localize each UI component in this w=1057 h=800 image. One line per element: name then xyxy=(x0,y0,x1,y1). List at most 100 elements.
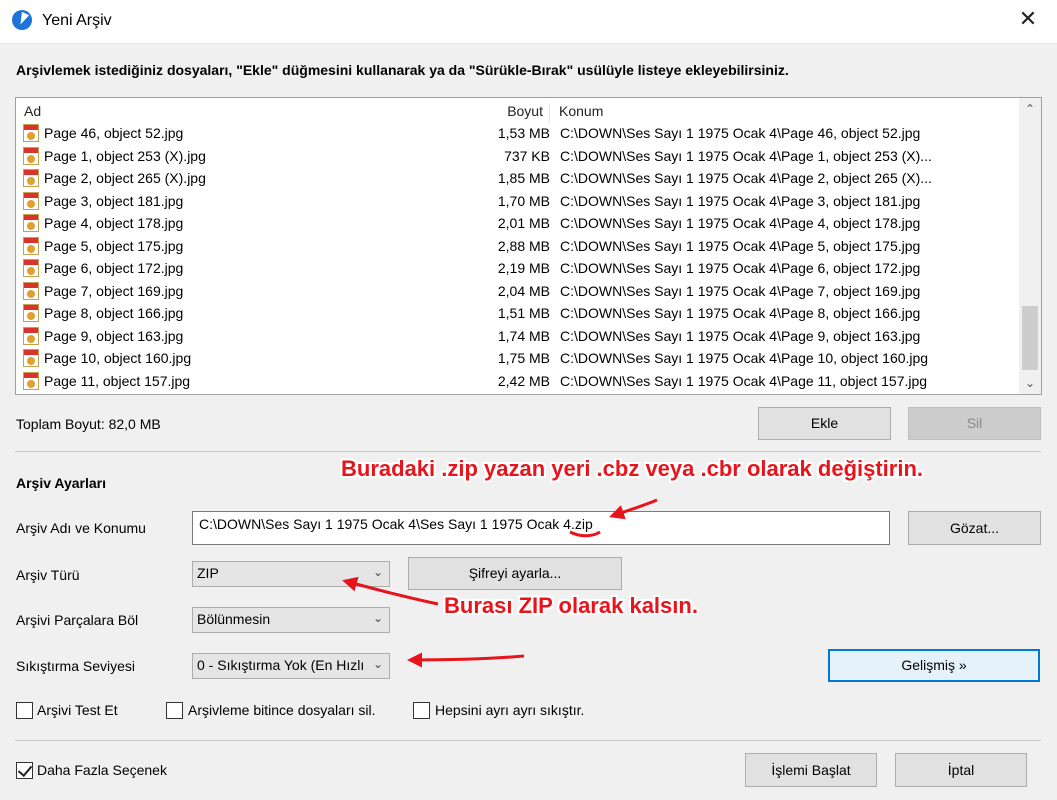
delete-after-label[interactable]: Arşivleme bitince dosyaları sil. xyxy=(188,702,376,718)
vertical-scrollbar[interactable]: ⌃ ⌄ xyxy=(1019,98,1041,394)
file-name: Page 6, object 172.jpg xyxy=(44,260,184,276)
archive-path-input[interactable]: C:\DOWN\Ses Sayı 1 1975 Ocak 4\Ses Sayı … xyxy=(192,511,890,545)
file-name: Page 4, object 178.jpg xyxy=(44,215,184,231)
compression-select[interactable]: 0 - Sıkıştırma Yok (En Hızlı ⌄ xyxy=(192,653,390,679)
file-row[interactable]: Page 8, object 166.jpg 1,51 MB C:\DOWN\Ses… xyxy=(16,302,1016,325)
file-location: C:\DOWN\Ses Sayı 1 1975 Ocak 4\Page 3, o… xyxy=(560,192,921,209)
file-rows: Page 46, object 52.jpg 1,53 MB C:\DOWN\Ses… xyxy=(16,122,1016,392)
file-row[interactable]: Page 6, object 172.jpg 2,19 MB C:\DOWN\Ses… xyxy=(16,257,1016,280)
delete-button[interactable]: Sil xyxy=(908,407,1041,440)
split-label: Arşivi Parçalara Böl xyxy=(16,612,139,628)
file-location: C:\DOWN\Ses Sayı 1 1975 Ocak 4\Page 11, … xyxy=(560,372,928,389)
jpg-file-icon xyxy=(23,349,39,367)
file-size: 737 KB xyxy=(504,147,550,164)
app-logo-icon xyxy=(12,10,32,30)
file-size: 1,85 MB xyxy=(497,170,550,186)
divider xyxy=(15,740,1041,741)
file-row[interactable]: Page 1, object 253 (X).jpg 737 KB C:\DOWN\… xyxy=(16,145,1016,168)
annotation-middle-text: Burası ZIP olarak kalsın. xyxy=(444,593,698,618)
file-name: Page 3, object 181.jpg xyxy=(44,192,184,209)
file-row[interactable]: Page 7, object 169.jpg 2,04 MB C:\DOWN\Ses… xyxy=(16,280,1016,303)
file-size: 2,19 MB xyxy=(497,260,550,276)
scroll-up-icon[interactable]: ⌃ xyxy=(1019,98,1041,120)
file-name: Page 2, object 265 (X).jpg xyxy=(44,170,206,186)
file-location: C:\DOWN\Ses Sayı 1 1975 Ocak 4\Page 46, … xyxy=(560,125,921,141)
file-row[interactable]: Page 4, object 178.jpg 2,01 MB C:\DOWN\Ses… xyxy=(16,212,1016,235)
file-size: 1,75 MB xyxy=(497,350,550,366)
file-row[interactable]: Page 3, object 181.jpg 1,70 MB C:\DOWN\Ses… xyxy=(16,190,1016,213)
file-list[interactable]: Ad Boyut Konum Page 46, object 52.jpg 1,5… xyxy=(15,97,1042,395)
jpg-file-icon xyxy=(23,371,39,390)
file-row[interactable]: Page 2, object 265 (X).jpg 1,85 MB C:\DOWN… xyxy=(16,167,1016,190)
file-location: C:\DOWN\Ses Sayı 1 1975 Ocak 4\Page 2, o… xyxy=(560,170,932,186)
jpg-file-icon xyxy=(23,281,39,300)
close-button[interactable]: ✕ xyxy=(999,0,1057,44)
file-name: Page 8, object 166.jpg xyxy=(44,305,184,321)
jpg-file-icon xyxy=(23,169,39,187)
jpg-file-icon xyxy=(23,124,39,142)
file-row[interactable]: Page 9, object 163.jpg 1,74 MB C:\DOWN\Ses… xyxy=(16,325,1016,348)
jpg-file-icon xyxy=(23,326,39,345)
scroll-down-icon[interactable]: ⌄ xyxy=(1019,372,1041,394)
compression-label: Sıkıştırma Seviyesi xyxy=(16,658,136,674)
file-row[interactable]: Page 5, object 175.jpg 2,88 MB C:\DOWN\Ses… xyxy=(16,235,1016,258)
file-size: 2,42 MB xyxy=(497,372,550,389)
annotation-top-text: Buradaki .zip yazan yeri .cbz veya .cbr … xyxy=(341,456,924,481)
file-location: C:\DOWN\Ses Sayı 1 1975 Ocak 4\Page 6, o… xyxy=(560,260,921,276)
file-size: 1,51 MB xyxy=(497,305,550,321)
jpg-file-icon xyxy=(23,214,39,232)
split-select[interactable]: Bölünmesin ⌄ xyxy=(192,607,390,633)
start-button[interactable]: İşlemi Başlat xyxy=(745,753,877,787)
instruction-text: Arşivlemek istediğiniz dosyaları, "Ekle"… xyxy=(16,62,789,78)
file-name: Page 11, object 157.jpg xyxy=(44,372,191,389)
archive-type-label: Arşiv Türü xyxy=(16,567,80,583)
file-row[interactable]: Page 46, object 52.jpg 1,53 MB C:\DOWN\Ses… xyxy=(16,122,1016,145)
add-button[interactable]: Ekle xyxy=(758,407,891,440)
file-size: 2,04 MB xyxy=(497,282,550,299)
arrow-to-compression xyxy=(407,652,525,668)
chevron-down-icon: ⌄ xyxy=(372,565,383,579)
archive-type-value: ZIP xyxy=(197,565,219,581)
file-name: Page 9, object 163.jpg xyxy=(44,327,184,344)
archive-settings-title: Arşiv Ayarları xyxy=(16,475,107,491)
archive-type-select[interactable]: ZIP ⌄ xyxy=(192,561,390,587)
file-row[interactable]: Page 10, object 160.jpg 1,75 MB C:\DOWN\Se… xyxy=(16,347,1016,370)
advanced-button[interactable]: Gelişmiş » xyxy=(828,649,1040,682)
title-bar: Yeni Arşiv ✕ xyxy=(0,0,1057,44)
set-password-button[interactable]: Şifreyi ayarla... xyxy=(408,557,622,590)
browse-button[interactable]: Gözat... xyxy=(908,511,1041,545)
divider xyxy=(15,451,1041,452)
column-header-size[interactable]: Boyut xyxy=(456,103,550,123)
jpg-file-icon xyxy=(23,191,39,210)
compress-separately-checkbox[interactable] xyxy=(413,702,430,719)
compression-value: 0 - Sıkıştırma Yok (En Hızlı xyxy=(197,657,365,673)
file-size: 2,88 MB xyxy=(497,237,550,254)
jpg-file-icon xyxy=(23,304,39,322)
test-archive-label[interactable]: Arşivi Test Et xyxy=(37,702,118,718)
file-name: Page 10, object 160.jpg xyxy=(44,350,192,366)
more-options-checkbox[interactable] xyxy=(16,762,33,779)
file-location: C:\DOWN\Ses Sayı 1 1975 Ocak 4\Page 8, o… xyxy=(560,305,921,321)
file-list-header: Ad Boyut Konum xyxy=(16,98,1016,123)
column-header-name[interactable]: Ad xyxy=(24,103,41,119)
file-size: 1,70 MB xyxy=(497,192,550,209)
test-archive-checkbox[interactable] xyxy=(16,702,33,719)
chevron-down-icon: ⌄ xyxy=(372,657,383,671)
split-value: Bölünmesin xyxy=(197,611,271,627)
file-location: C:\DOWN\Ses Sayı 1 1975 Ocak 4\Page 10, … xyxy=(560,350,929,366)
file-size: 1,53 MB xyxy=(497,125,550,141)
jpg-file-icon xyxy=(23,259,39,277)
file-name: Page 1, object 253 (X).jpg xyxy=(44,147,206,164)
jpg-file-icon xyxy=(23,236,39,255)
compress-separately-label[interactable]: Hepsini ayrı ayrı sıkıştır. xyxy=(435,702,584,718)
file-name: Page 7, object 169.jpg xyxy=(44,282,184,299)
delete-after-checkbox[interactable] xyxy=(166,702,183,719)
file-size: 2,01 MB xyxy=(497,215,550,231)
more-options-label[interactable]: Daha Fazla Seçenek xyxy=(37,762,167,778)
column-header-location[interactable]: Konum xyxy=(559,103,603,119)
scroll-thumb[interactable] xyxy=(1022,306,1038,370)
file-row[interactable]: Page 11, object 157.jpg 2,42 MB C:\DOWN\Se… xyxy=(16,370,1016,393)
window-title: Yeni Arşiv xyxy=(42,12,112,29)
cancel-button[interactable]: İptal xyxy=(895,753,1027,787)
file-name: Page 5, object 175.jpg xyxy=(44,237,184,254)
